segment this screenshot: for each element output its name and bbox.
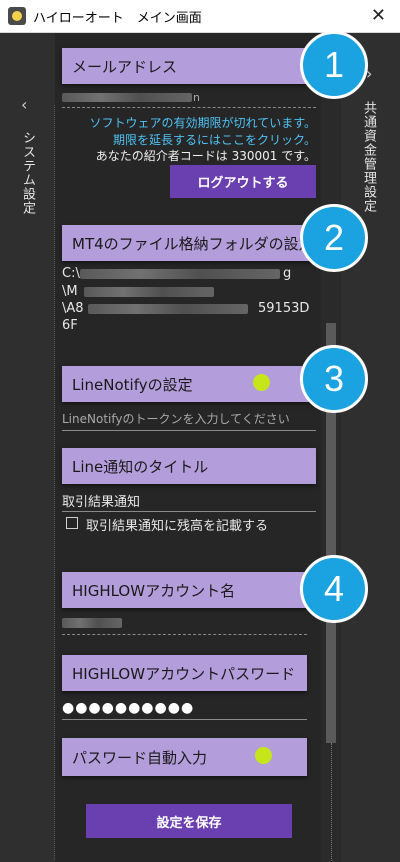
line-title-input[interactable]: 取引結果通知: [62, 491, 140, 510]
window-title: ハイローオート メイン画面: [33, 10, 202, 26]
highlow-account-header: HIGHLOWアカウント名: [62, 572, 307, 608]
title-bar: ハイローオート メイン画面 ✕: [0, 0, 400, 33]
mt4-path-blurred-1: [80, 269, 280, 279]
callout-2: 2: [300, 204, 368, 272]
main-window: ハイローオート メイン画面 ✕ ‹ システム設定 › 共通資金管理設定 ▼ メー…: [0, 0, 400, 862]
fund-management-nav[interactable]: 共通資金管理設定: [359, 101, 378, 213]
line-notify-header-label: LineNotifyの設定: [72, 375, 193, 394]
mt4-path-line4: 6F: [62, 318, 78, 333]
extend-link[interactable]: 期限を延長するにはここをクリック。: [62, 131, 316, 148]
mt4-path-line3: \A8: [62, 301, 84, 316]
mt4-path-blurred-3: [88, 304, 248, 314]
mt4-path-blurred-2: [84, 287, 214, 297]
save-settings-button[interactable]: 設定を保存: [86, 804, 292, 838]
highlow-account-underline: [62, 634, 307, 635]
password-autofill-label: パスワード自動入力: [72, 748, 208, 767]
panel-edge: [54, 105, 55, 860]
system-settings-nav[interactable]: システム設定: [18, 131, 37, 215]
email-header-label: メールアドレス: [72, 57, 178, 76]
scrollbar[interactable]: ▼: [321, 33, 341, 862]
chevron-left-icon[interactable]: ‹: [21, 95, 27, 114]
line-notify-toggle[interactable]: [253, 374, 270, 391]
callout-3: 3: [300, 345, 368, 413]
right-nav-rail[interactable]: › 共通資金管理設定: [341, 33, 400, 862]
line-title-input-underline: [62, 511, 316, 512]
balance-checkbox-label[interactable]: 取引結果通知に残高を記載する: [86, 515, 268, 534]
line-notify-header: LineNotifyの設定: [62, 366, 316, 402]
email-underline: [62, 107, 316, 108]
highlow-password-header: HIGHLOWアカウントパスワード: [62, 655, 307, 691]
line-title-header-label: Line通知のタイトル: [72, 457, 209, 476]
expiry-message: ソフトウェアの有効期限が切れています。: [89, 116, 316, 130]
highlow-account-blurred: [62, 618, 122, 628]
mt4-path-line1-end: g: [283, 266, 292, 281]
close-icon[interactable]: ✕: [371, 6, 386, 26]
highlow-password-input[interactable]: ●●●●●●●●●●: [62, 700, 194, 716]
mt4-path-line2: \M: [62, 284, 78, 299]
mt4-path-line1: C:\: [62, 266, 80, 281]
scroll-track-dots: [331, 743, 332, 862]
callout-1: 1: [300, 31, 368, 99]
highlow-password-underline: [62, 719, 307, 720]
mt4-folder-header: MT4のファイル格納フォルダの設定: [62, 225, 316, 261]
highlow-account-header-label: HIGHLOWアカウント名: [72, 581, 236, 600]
highlow-password-header-label: HIGHLOWアカウントパスワード: [72, 664, 296, 683]
line-title-header: Line通知のタイトル: [62, 448, 316, 484]
callout-4: 4: [300, 555, 368, 623]
line-notify-input-underline: [62, 430, 316, 431]
mt4-path-line3-end: 59153D: [258, 301, 310, 316]
referral-code-text: あなたの紹介者コードは 330001 です。: [95, 149, 316, 163]
logout-button[interactable]: ログアウトする: [170, 165, 316, 198]
password-autofill-toggle[interactable]: [255, 747, 272, 764]
mt4-folder-header-label: MT4のファイル格納フォルダの設定: [72, 234, 314, 253]
balance-checkbox[interactable]: [66, 517, 78, 529]
email-header: メールアドレス: [62, 48, 307, 84]
email-value-blurred: [62, 93, 192, 102]
line-notify-token-input[interactable]: LineNotifyのトークンを入力してください: [62, 410, 290, 427]
app-icon: [8, 7, 26, 25]
left-nav-rail[interactable]: ‹ システム設定: [0, 33, 55, 862]
